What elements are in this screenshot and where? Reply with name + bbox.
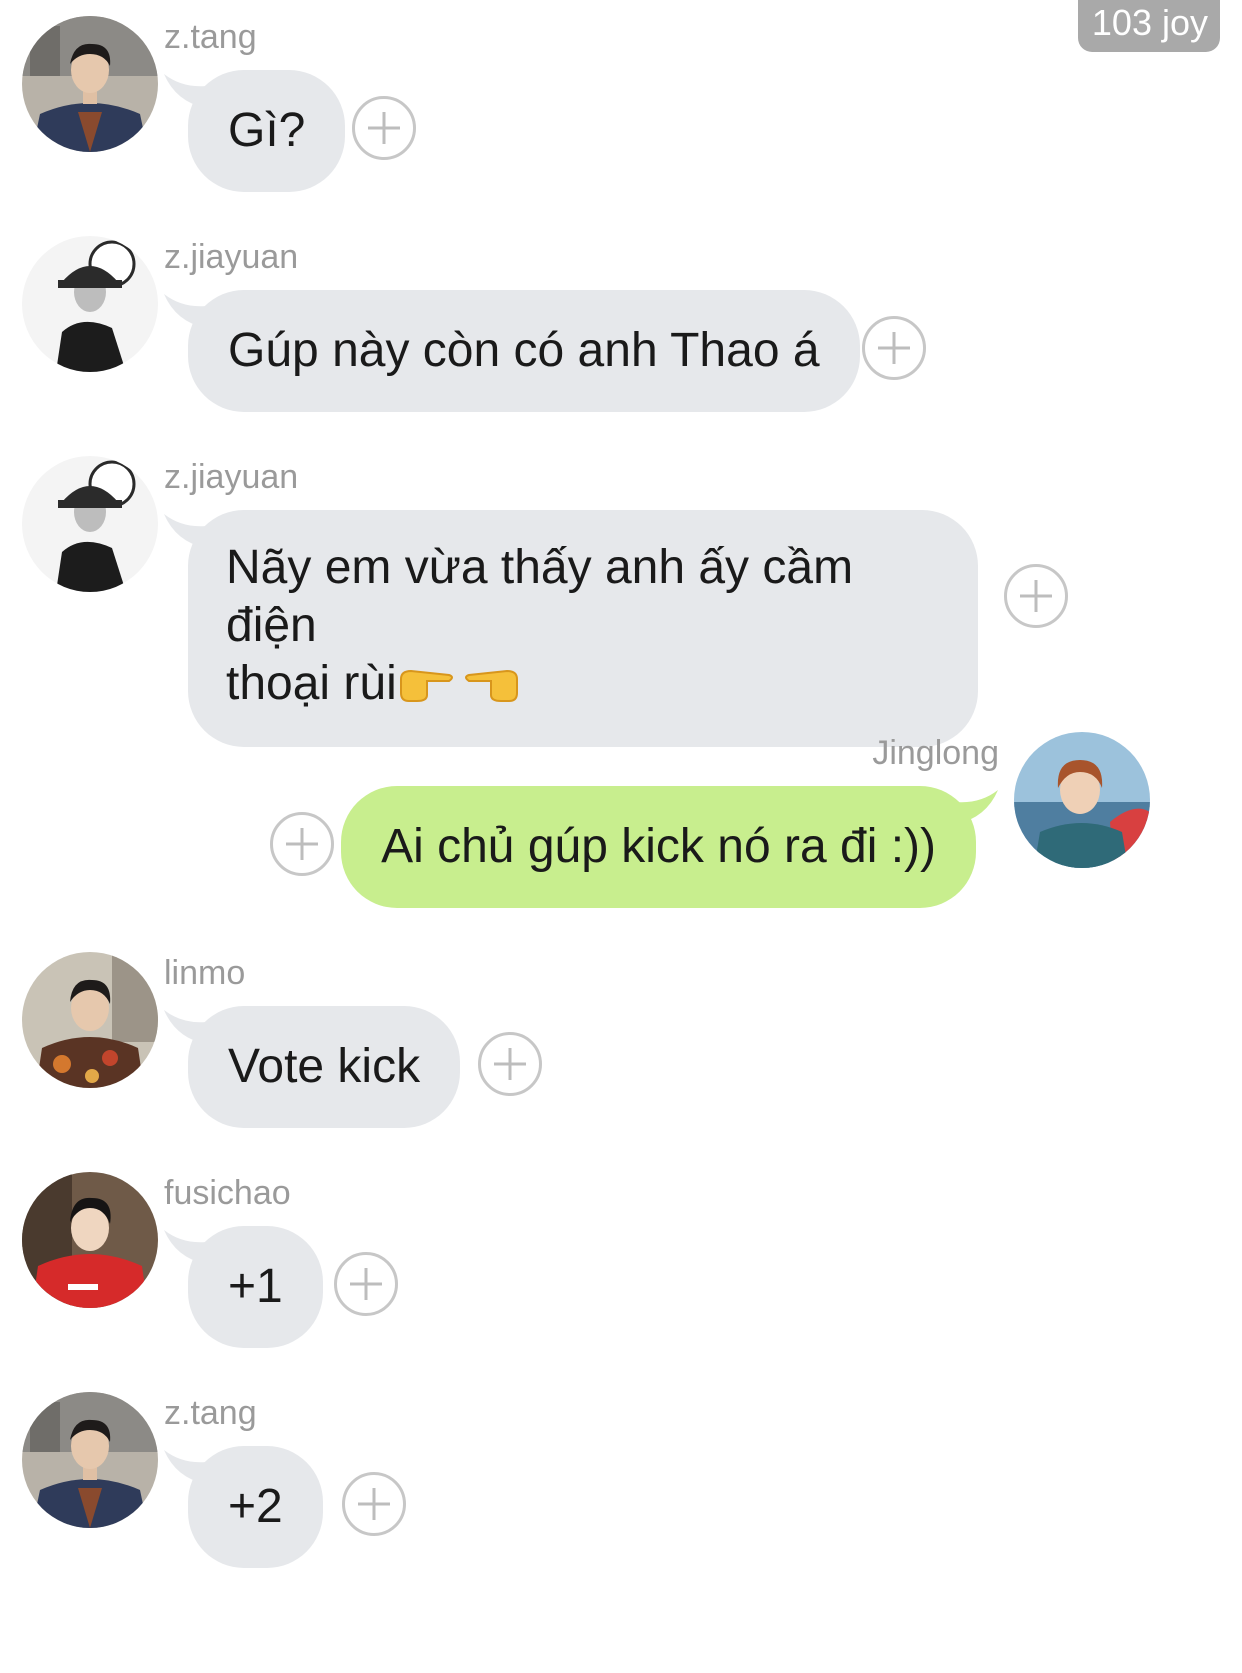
user-photo-icon bbox=[22, 456, 158, 592]
avatar[interactable] bbox=[1014, 732, 1150, 868]
message-bubble[interactable]: +1 bbox=[188, 1226, 323, 1348]
sender-name: z.jiayuan bbox=[164, 238, 299, 276]
add-reaction-button[interactable] bbox=[270, 812, 334, 876]
message-text: thoại rùi bbox=[226, 657, 397, 710]
message-text-line: thoại rùi bbox=[226, 655, 938, 713]
avatar[interactable] bbox=[22, 1392, 158, 1528]
message-bubble[interactable]: +2 bbox=[188, 1446, 323, 1568]
user-photo-icon bbox=[22, 952, 158, 1088]
add-reaction-button[interactable] bbox=[1004, 564, 1068, 628]
message-text-line: Nãy em vừa thấy anh ấy cầm điện bbox=[226, 541, 854, 652]
message-bubble[interactable]: Gúp này còn có anh Thao á bbox=[188, 290, 860, 412]
sender-name: linmo bbox=[164, 954, 246, 992]
message-bubble[interactable]: Vote kick bbox=[188, 1006, 461, 1128]
add-reaction-button[interactable] bbox=[352, 96, 416, 160]
message-bubble[interactable]: Gì? bbox=[188, 70, 346, 192]
avatar[interactable] bbox=[22, 236, 158, 372]
add-reaction-button[interactable] bbox=[342, 1472, 406, 1536]
add-reaction-button[interactable] bbox=[334, 1252, 398, 1316]
sender-name: fusichao bbox=[164, 1174, 291, 1212]
add-reaction-button[interactable] bbox=[478, 1032, 542, 1096]
avatar[interactable] bbox=[22, 1172, 158, 1308]
pointing-left-emoji bbox=[464, 669, 518, 702]
avatar[interactable] bbox=[22, 456, 158, 592]
add-reaction-button[interactable] bbox=[862, 316, 926, 380]
sender-name: z.tang bbox=[164, 1394, 257, 1432]
sender-name: Jinglong bbox=[872, 734, 999, 772]
sender-name: z.jiayuan bbox=[164, 458, 299, 496]
user-photo-icon bbox=[22, 16, 158, 152]
user-photo-icon bbox=[22, 1392, 158, 1528]
watermark: 103 joy bbox=[1077, 0, 1220, 52]
pointing-right-emoji bbox=[399, 669, 453, 702]
user-photo-icon bbox=[22, 236, 158, 372]
user-photo-icon bbox=[22, 1172, 158, 1308]
message-bubble[interactable]: Nãy em vừa thấy anh ấy cầm điện thoại rù… bbox=[188, 510, 978, 747]
avatar[interactable] bbox=[22, 952, 158, 1088]
message-bubble[interactable]: Ai chủ gúp kick nó ra đi :)) bbox=[341, 786, 976, 908]
sender-name: z.tang bbox=[164, 18, 257, 56]
avatar[interactable] bbox=[22, 16, 158, 152]
user-photo-icon bbox=[1014, 732, 1150, 868]
chat-view: 103 joy z.tang Gì? z.jiayuan Gúp này còn… bbox=[0, 0, 1242, 1673]
